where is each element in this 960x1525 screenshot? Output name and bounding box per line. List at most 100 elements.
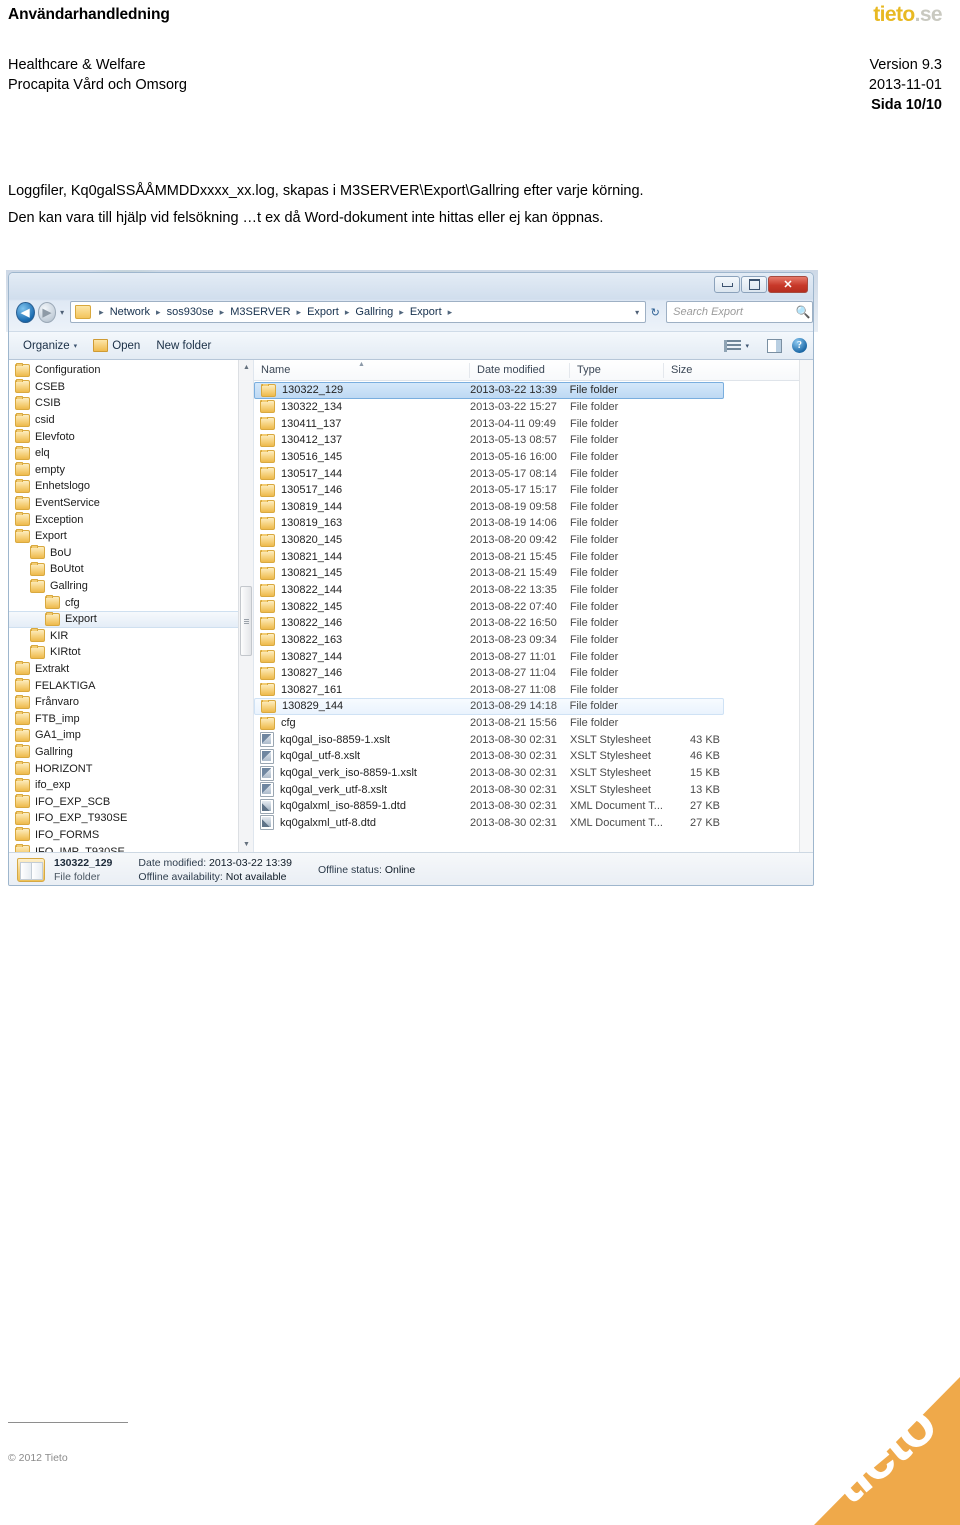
tree-item-horizont[interactable]: HORIZONT <box>9 760 253 777</box>
tree-item-bou[interactable]: BoU <box>9 545 253 562</box>
tree-item-csid[interactable]: csid <box>9 412 253 429</box>
tree-item-ifo-exp-scb[interactable]: IFO_EXP_SCB <box>9 793 253 810</box>
search-box[interactable]: Search Export 🔍 <box>666 301 813 323</box>
table-row[interactable]: 130516_145 2013-05-16 16:00 File folder <box>254 449 813 466</box>
tree-item-gallring[interactable]: Gallring <box>9 744 253 761</box>
tree-item-ifo-forms[interactable]: IFO_FORMS <box>9 827 253 844</box>
tree-item-ifo-imp-t930se[interactable]: IFO_IMP_T930SE <box>9 843 253 852</box>
scroll-down-icon[interactable]: ▼ <box>239 837 253 852</box>
table-row[interactable]: 130822_145 2013-08-22 07:40 File folder <box>254 598 813 615</box>
preview-pane-icon[interactable] <box>767 338 782 353</box>
table-row[interactable]: 130821_145 2013-08-21 15:49 File folder <box>254 565 813 582</box>
tree-item-extrakt[interactable]: Extrakt <box>9 661 253 678</box>
table-row[interactable]: 130819_163 2013-08-19 14:06 File folder <box>254 515 813 532</box>
table-row[interactable]: kq0gal_verk_utf-8.xslt 2013-08-30 02:31 XS… <box>254 781 813 798</box>
tree-item-elq[interactable]: elq <box>9 445 253 462</box>
table-row[interactable]: 130822_163 2013-08-23 09:34 File folder <box>254 632 813 649</box>
breadcrumb-item-sos930se[interactable]: sos930se <box>166 306 215 318</box>
table-row[interactable]: 130827_161 2013-08-27 11:08 File folder <box>254 682 813 699</box>
folder-icon <box>260 467 275 481</box>
close-button[interactable]: ✕ <box>768 276 808 293</box>
tree-item-empty[interactable]: empty <box>9 462 253 479</box>
tree-item-elevfoto[interactable]: Elevfoto <box>9 428 253 445</box>
tree-item-exception[interactable]: Exception <box>9 511 253 528</box>
table-row[interactable]: kq0gal_verk_iso-8859-1.xslt 2013-08-30 02… <box>254 765 813 782</box>
table-row[interactable]: 130829_144 2013-08-29 14:18 File folder <box>254 698 724 715</box>
breadcrumb-item-m3server[interactable]: M3SERVER <box>229 306 291 318</box>
tree-item-eventservice[interactable]: EventService <box>9 495 253 512</box>
tree-item-ifo-exp[interactable]: ifo_exp <box>9 777 253 794</box>
cell-name: kq0galxml_utf-8.dtd <box>254 815 470 831</box>
tree-item-ifo-exp-t930se[interactable]: IFO_EXP_T930SE <box>9 810 253 827</box>
tree-item-boutot[interactable]: BoUtot <box>9 561 253 578</box>
status-item-offline: Offline status: Online <box>318 863 415 877</box>
refresh-icon[interactable]: ↻ <box>646 301 664 323</box>
table-row[interactable]: kq0gal_utf-8.xslt 2013-08-30 02:31 XSLT St… <box>254 748 813 765</box>
table-row[interactable]: 130827_146 2013-08-27 11:04 File folder <box>254 665 813 682</box>
tree-item-export[interactable]: Export <box>9 610 253 628</box>
tree-item-enhetslogo[interactable]: Enhetslogo <box>9 478 253 495</box>
filelist-scrollbar[interactable] <box>799 360 813 852</box>
tree-item-gallring[interactable]: Gallring <box>9 578 253 595</box>
tree-item-label: KIRtot <box>50 646 81 659</box>
table-row[interactable]: 130827_144 2013-08-27 11:01 File folder <box>254 648 813 665</box>
table-row[interactable]: kq0gal_iso-8859-1.xslt 2013-08-30 02:31 XS… <box>254 731 813 748</box>
table-row[interactable]: 130517_144 2013-05-17 08:14 File folder <box>254 465 813 482</box>
table-row[interactable]: 130322_129 2013-03-22 13:39 File folder <box>254 382 724 399</box>
scrollbar-thumb[interactable] <box>240 586 252 656</box>
tree-item-ga1-imp[interactable]: GA1_imp <box>9 727 253 744</box>
tree-item-ftb-imp[interactable]: FTB_imp <box>9 710 253 727</box>
organize-button[interactable]: Organize ▾ <box>9 332 85 359</box>
back-icon[interactable]: ◀ <box>16 301 35 323</box>
help-icon[interactable]: ? <box>792 338 807 353</box>
breadcrumb-item-export-2[interactable]: Export <box>409 306 443 318</box>
cell-name: 130411_137 <box>254 417 470 431</box>
address-dropdown-icon[interactable]: ▾ <box>629 308 645 317</box>
cell-type: File folder <box>570 584 619 596</box>
tree-item-felaktiga[interactable]: FELAKTIGA <box>9 677 253 694</box>
table-row[interactable]: 130411_137 2013-04-11 09:49 File folder <box>254 415 813 432</box>
breadcrumb-item-network[interactable]: Network <box>109 306 151 318</box>
column-header-date-modified[interactable]: Date modified <box>470 362 570 378</box>
new-folder-button[interactable]: New folder <box>148 332 219 359</box>
scroll-up-icon[interactable]: ▲ <box>239 360 253 375</box>
tree-item-label: IFO_EXP_T930SE <box>35 812 128 825</box>
minimize-button[interactable] <box>714 276 740 293</box>
column-header-size[interactable]: Size <box>664 363 724 378</box>
table-row[interactable]: 130412_137 2013-05-13 08:57 File folder <box>254 432 813 449</box>
tree-item-csib[interactable]: CSIB <box>9 395 253 412</box>
tree-item-cfg[interactable]: cfg <box>9 594 253 611</box>
tree-item-kir[interactable]: KIR <box>9 628 253 645</box>
table-row[interactable]: cfg 2013-08-21 15:56 File folder <box>254 715 813 732</box>
column-header-type[interactable]: Type <box>570 362 664 378</box>
maximize-button[interactable] <box>741 276 767 293</box>
open-button[interactable]: Open <box>85 332 148 359</box>
folder-icon <box>260 716 275 730</box>
tree-item-fr-nvaro[interactable]: Frånvaro <box>9 694 253 711</box>
tree-item-kirtot[interactable]: KIRtot <box>9 644 253 661</box>
cell-type: File folder <box>569 700 618 713</box>
table-row[interactable]: 130822_144 2013-08-22 13:35 File folder <box>254 582 813 599</box>
table-row[interactable]: 130819_144 2013-08-19 09:58 File folder <box>254 498 813 515</box>
table-row[interactable]: 130821_144 2013-08-21 15:45 File folder <box>254 548 813 565</box>
table-row[interactable]: 130517_146 2013-05-17 15:17 File folder <box>254 482 813 499</box>
status-date-modified-value: 2013-03-22 13:39 <box>209 857 292 869</box>
tree-item-export[interactable]: Export <box>9 528 253 545</box>
forward-icon[interactable]: ▶ <box>37 301 57 323</box>
search-input[interactable]: Search Export <box>667 306 794 318</box>
tree-item-configuration[interactable]: Configuration <box>9 362 253 379</box>
tree-item-cseb[interactable]: CSEB <box>9 379 253 396</box>
breadcrumb-item-export[interactable]: Export <box>306 306 340 318</box>
chevron-down-icon[interactable]: ▾ <box>60 308 64 317</box>
table-row[interactable]: kq0galxml_iso-8859-1.dtd 2013-08-30 02:31… <box>254 798 813 815</box>
navpane-scrollbar[interactable]: ▲ ▼ <box>238 360 253 852</box>
breadcrumb-item-gallring[interactable]: Gallring <box>354 306 394 318</box>
tree-item-label: cfg <box>65 596 80 609</box>
address-bar[interactable]: ▸ Network ▸ sos930se ▸ M3SERVER ▸ Export… <box>70 301 647 323</box>
table-row[interactable]: kq0galxml_utf-8.dtd 2013-08-30 02:31 XML D… <box>254 815 813 832</box>
cell-size: 27 KB <box>690 800 720 813</box>
table-row[interactable]: 130820_145 2013-08-20 09:42 File folder <box>254 532 813 549</box>
table-row[interactable]: 130322_134 2013-03-22 15:27 File folder <box>254 399 813 416</box>
change-view-button[interactable]: ▾ <box>716 339 757 352</box>
table-row[interactable]: 130822_146 2013-08-22 16:50 File folder <box>254 615 813 632</box>
